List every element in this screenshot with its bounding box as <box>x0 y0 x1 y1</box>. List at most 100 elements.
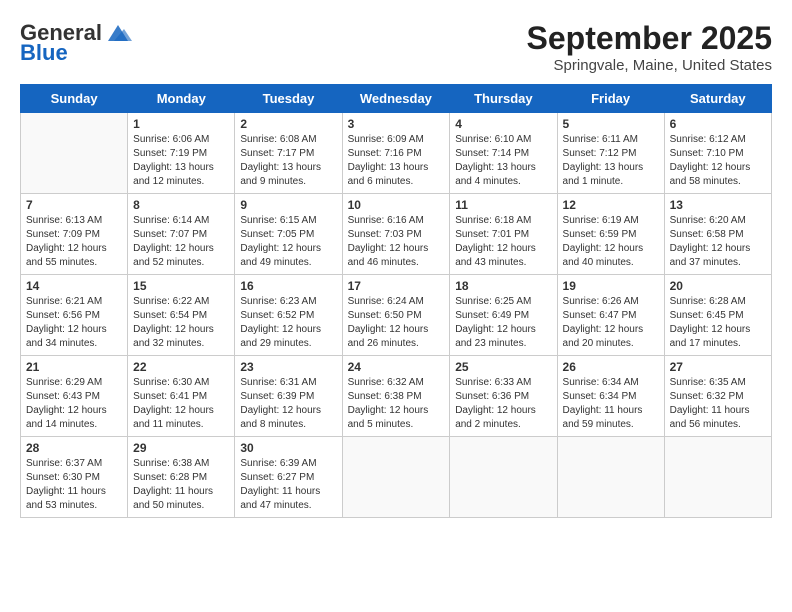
calendar-cell: 8 Sunrise: 6:14 AMSunset: 7:07 PMDayligh… <box>128 194 235 275</box>
cell-info: Sunrise: 6:23 AMSunset: 6:52 PMDaylight:… <box>240 295 336 351</box>
cell-info: Sunrise: 6:21 AMSunset: 6:56 PMDaylight:… <box>26 295 122 351</box>
calendar-week-3: 14 Sunrise: 6:21 AMSunset: 6:56 PMDaylig… <box>21 275 772 356</box>
day-number: 6 <box>670 117 766 131</box>
cell-info: Sunrise: 6:16 AMSunset: 7:03 PMDaylight:… <box>348 214 445 270</box>
cell-info: Sunrise: 6:20 AMSunset: 6:58 PMDaylight:… <box>670 214 766 270</box>
cell-info: Sunrise: 6:24 AMSunset: 6:50 PMDaylight:… <box>348 295 445 351</box>
calendar-cell: 28 Sunrise: 6:37 AMSunset: 6:30 PMDaylig… <box>21 437 128 518</box>
calendar-cell: 6 Sunrise: 6:12 AMSunset: 7:10 PMDayligh… <box>664 113 771 194</box>
day-number: 16 <box>240 279 336 293</box>
month-title: September 2025 <box>527 20 772 57</box>
calendar-cell: 4 Sunrise: 6:10 AMSunset: 7:14 PMDayligh… <box>450 113 557 194</box>
calendar-cell <box>450 437 557 518</box>
cell-info: Sunrise: 6:26 AMSunset: 6:47 PMDaylight:… <box>563 295 659 351</box>
calendar-cell: 14 Sunrise: 6:21 AMSunset: 6:56 PMDaylig… <box>21 275 128 356</box>
day-number: 23 <box>240 360 336 374</box>
day-number: 18 <box>455 279 551 293</box>
cell-info: Sunrise: 6:11 AMSunset: 7:12 PMDaylight:… <box>563 133 659 189</box>
day-number: 14 <box>26 279 122 293</box>
calendar-cell: 15 Sunrise: 6:22 AMSunset: 6:54 PMDaylig… <box>128 275 235 356</box>
calendar-cell: 10 Sunrise: 6:16 AMSunset: 7:03 PMDaylig… <box>342 194 450 275</box>
calendar-cell <box>557 437 664 518</box>
cell-info: Sunrise: 6:22 AMSunset: 6:54 PMDaylight:… <box>133 295 229 351</box>
calendar-cell: 19 Sunrise: 6:26 AMSunset: 6:47 PMDaylig… <box>557 275 664 356</box>
day-header-thursday: Thursday <box>450 85 557 113</box>
cell-info: Sunrise: 6:28 AMSunset: 6:45 PMDaylight:… <box>670 295 766 351</box>
day-number: 28 <box>26 441 122 455</box>
calendar-cell: 25 Sunrise: 6:33 AMSunset: 6:36 PMDaylig… <box>450 356 557 437</box>
calendar-cell: 24 Sunrise: 6:32 AMSunset: 6:38 PMDaylig… <box>342 356 450 437</box>
day-header-saturday: Saturday <box>664 85 771 113</box>
calendar-cell: 13 Sunrise: 6:20 AMSunset: 6:58 PMDaylig… <box>664 194 771 275</box>
calendar-cell: 18 Sunrise: 6:25 AMSunset: 6:49 PMDaylig… <box>450 275 557 356</box>
title-block: September 2025 Springvale, Maine, United… <box>527 20 772 74</box>
calendar-cell: 26 Sunrise: 6:34 AMSunset: 6:34 PMDaylig… <box>557 356 664 437</box>
day-number: 15 <box>133 279 229 293</box>
cell-info: Sunrise: 6:09 AMSunset: 7:16 PMDaylight:… <box>348 133 445 189</box>
cell-info: Sunrise: 6:34 AMSunset: 6:34 PMDaylight:… <box>563 376 659 432</box>
calendar-week-1: 1 Sunrise: 6:06 AMSunset: 7:19 PMDayligh… <box>21 113 772 194</box>
calendar-cell: 12 Sunrise: 6:19 AMSunset: 6:59 PMDaylig… <box>557 194 664 275</box>
calendar-cell <box>664 437 771 518</box>
cell-info: Sunrise: 6:37 AMSunset: 6:30 PMDaylight:… <box>26 457 122 513</box>
calendar-cell: 30 Sunrise: 6:39 AMSunset: 6:27 PMDaylig… <box>235 437 342 518</box>
calendar-cell: 9 Sunrise: 6:15 AMSunset: 7:05 PMDayligh… <box>235 194 342 275</box>
day-header-monday: Monday <box>128 85 235 113</box>
cell-info: Sunrise: 6:29 AMSunset: 6:43 PMDaylight:… <box>26 376 122 432</box>
calendar-week-4: 21 Sunrise: 6:29 AMSunset: 6:43 PMDaylig… <box>21 356 772 437</box>
cell-info: Sunrise: 6:14 AMSunset: 7:07 PMDaylight:… <box>133 214 229 270</box>
day-number: 24 <box>348 360 445 374</box>
day-number: 7 <box>26 198 122 212</box>
day-number: 8 <box>133 198 229 212</box>
cell-info: Sunrise: 6:13 AMSunset: 7:09 PMDaylight:… <box>26 214 122 270</box>
calendar-cell: 11 Sunrise: 6:18 AMSunset: 7:01 PMDaylig… <box>450 194 557 275</box>
cell-info: Sunrise: 6:18 AMSunset: 7:01 PMDaylight:… <box>455 214 551 270</box>
cell-info: Sunrise: 6:15 AMSunset: 7:05 PMDaylight:… <box>240 214 336 270</box>
calendar-cell <box>342 437 450 518</box>
calendar-cell: 17 Sunrise: 6:24 AMSunset: 6:50 PMDaylig… <box>342 275 450 356</box>
day-number: 19 <box>563 279 659 293</box>
day-header-sunday: Sunday <box>21 85 128 113</box>
calendar-cell: 7 Sunrise: 6:13 AMSunset: 7:09 PMDayligh… <box>21 194 128 275</box>
cell-info: Sunrise: 6:32 AMSunset: 6:38 PMDaylight:… <box>348 376 445 432</box>
cell-info: Sunrise: 6:06 AMSunset: 7:19 PMDaylight:… <box>133 133 229 189</box>
cell-info: Sunrise: 6:31 AMSunset: 6:39 PMDaylight:… <box>240 376 336 432</box>
cell-info: Sunrise: 6:38 AMSunset: 6:28 PMDaylight:… <box>133 457 229 513</box>
calendar-cell: 1 Sunrise: 6:06 AMSunset: 7:19 PMDayligh… <box>128 113 235 194</box>
page-header: General Blue September 2025 Springvale, … <box>20 20 772 74</box>
day-number: 26 <box>563 360 659 374</box>
cell-info: Sunrise: 6:12 AMSunset: 7:10 PMDaylight:… <box>670 133 766 189</box>
calendar-week-5: 28 Sunrise: 6:37 AMSunset: 6:30 PMDaylig… <box>21 437 772 518</box>
calendar-table: SundayMondayTuesdayWednesdayThursdayFrid… <box>20 84 772 518</box>
logo-blue: Blue <box>20 40 68 66</box>
day-number: 22 <box>133 360 229 374</box>
day-number: 9 <box>240 198 336 212</box>
cell-info: Sunrise: 6:33 AMSunset: 6:36 PMDaylight:… <box>455 376 551 432</box>
calendar-cell: 5 Sunrise: 6:11 AMSunset: 7:12 PMDayligh… <box>557 113 664 194</box>
logo-icon <box>104 23 132 43</box>
calendar-cell: 3 Sunrise: 6:09 AMSunset: 7:16 PMDayligh… <box>342 113 450 194</box>
day-number: 3 <box>348 117 445 131</box>
day-number: 5 <box>563 117 659 131</box>
day-number: 30 <box>240 441 336 455</box>
day-number: 10 <box>348 198 445 212</box>
day-number: 17 <box>348 279 445 293</box>
logo: General Blue <box>20 20 132 66</box>
cell-info: Sunrise: 6:10 AMSunset: 7:14 PMDaylight:… <box>455 133 551 189</box>
calendar-cell: 22 Sunrise: 6:30 AMSunset: 6:41 PMDaylig… <box>128 356 235 437</box>
day-number: 12 <box>563 198 659 212</box>
day-header-tuesday: Tuesday <box>235 85 342 113</box>
location-title: Springvale, Maine, United States <box>527 57 772 74</box>
day-number: 1 <box>133 117 229 131</box>
calendar-cell: 23 Sunrise: 6:31 AMSunset: 6:39 PMDaylig… <box>235 356 342 437</box>
day-number: 4 <box>455 117 551 131</box>
day-number: 13 <box>670 198 766 212</box>
day-number: 29 <box>133 441 229 455</box>
calendar-cell: 29 Sunrise: 6:38 AMSunset: 6:28 PMDaylig… <box>128 437 235 518</box>
calendar-cell: 20 Sunrise: 6:28 AMSunset: 6:45 PMDaylig… <box>664 275 771 356</box>
calendar-cell <box>21 113 128 194</box>
cell-info: Sunrise: 6:25 AMSunset: 6:49 PMDaylight:… <box>455 295 551 351</box>
day-number: 21 <box>26 360 122 374</box>
calendar-cell: 16 Sunrise: 6:23 AMSunset: 6:52 PMDaylig… <box>235 275 342 356</box>
day-header-wednesday: Wednesday <box>342 85 450 113</box>
